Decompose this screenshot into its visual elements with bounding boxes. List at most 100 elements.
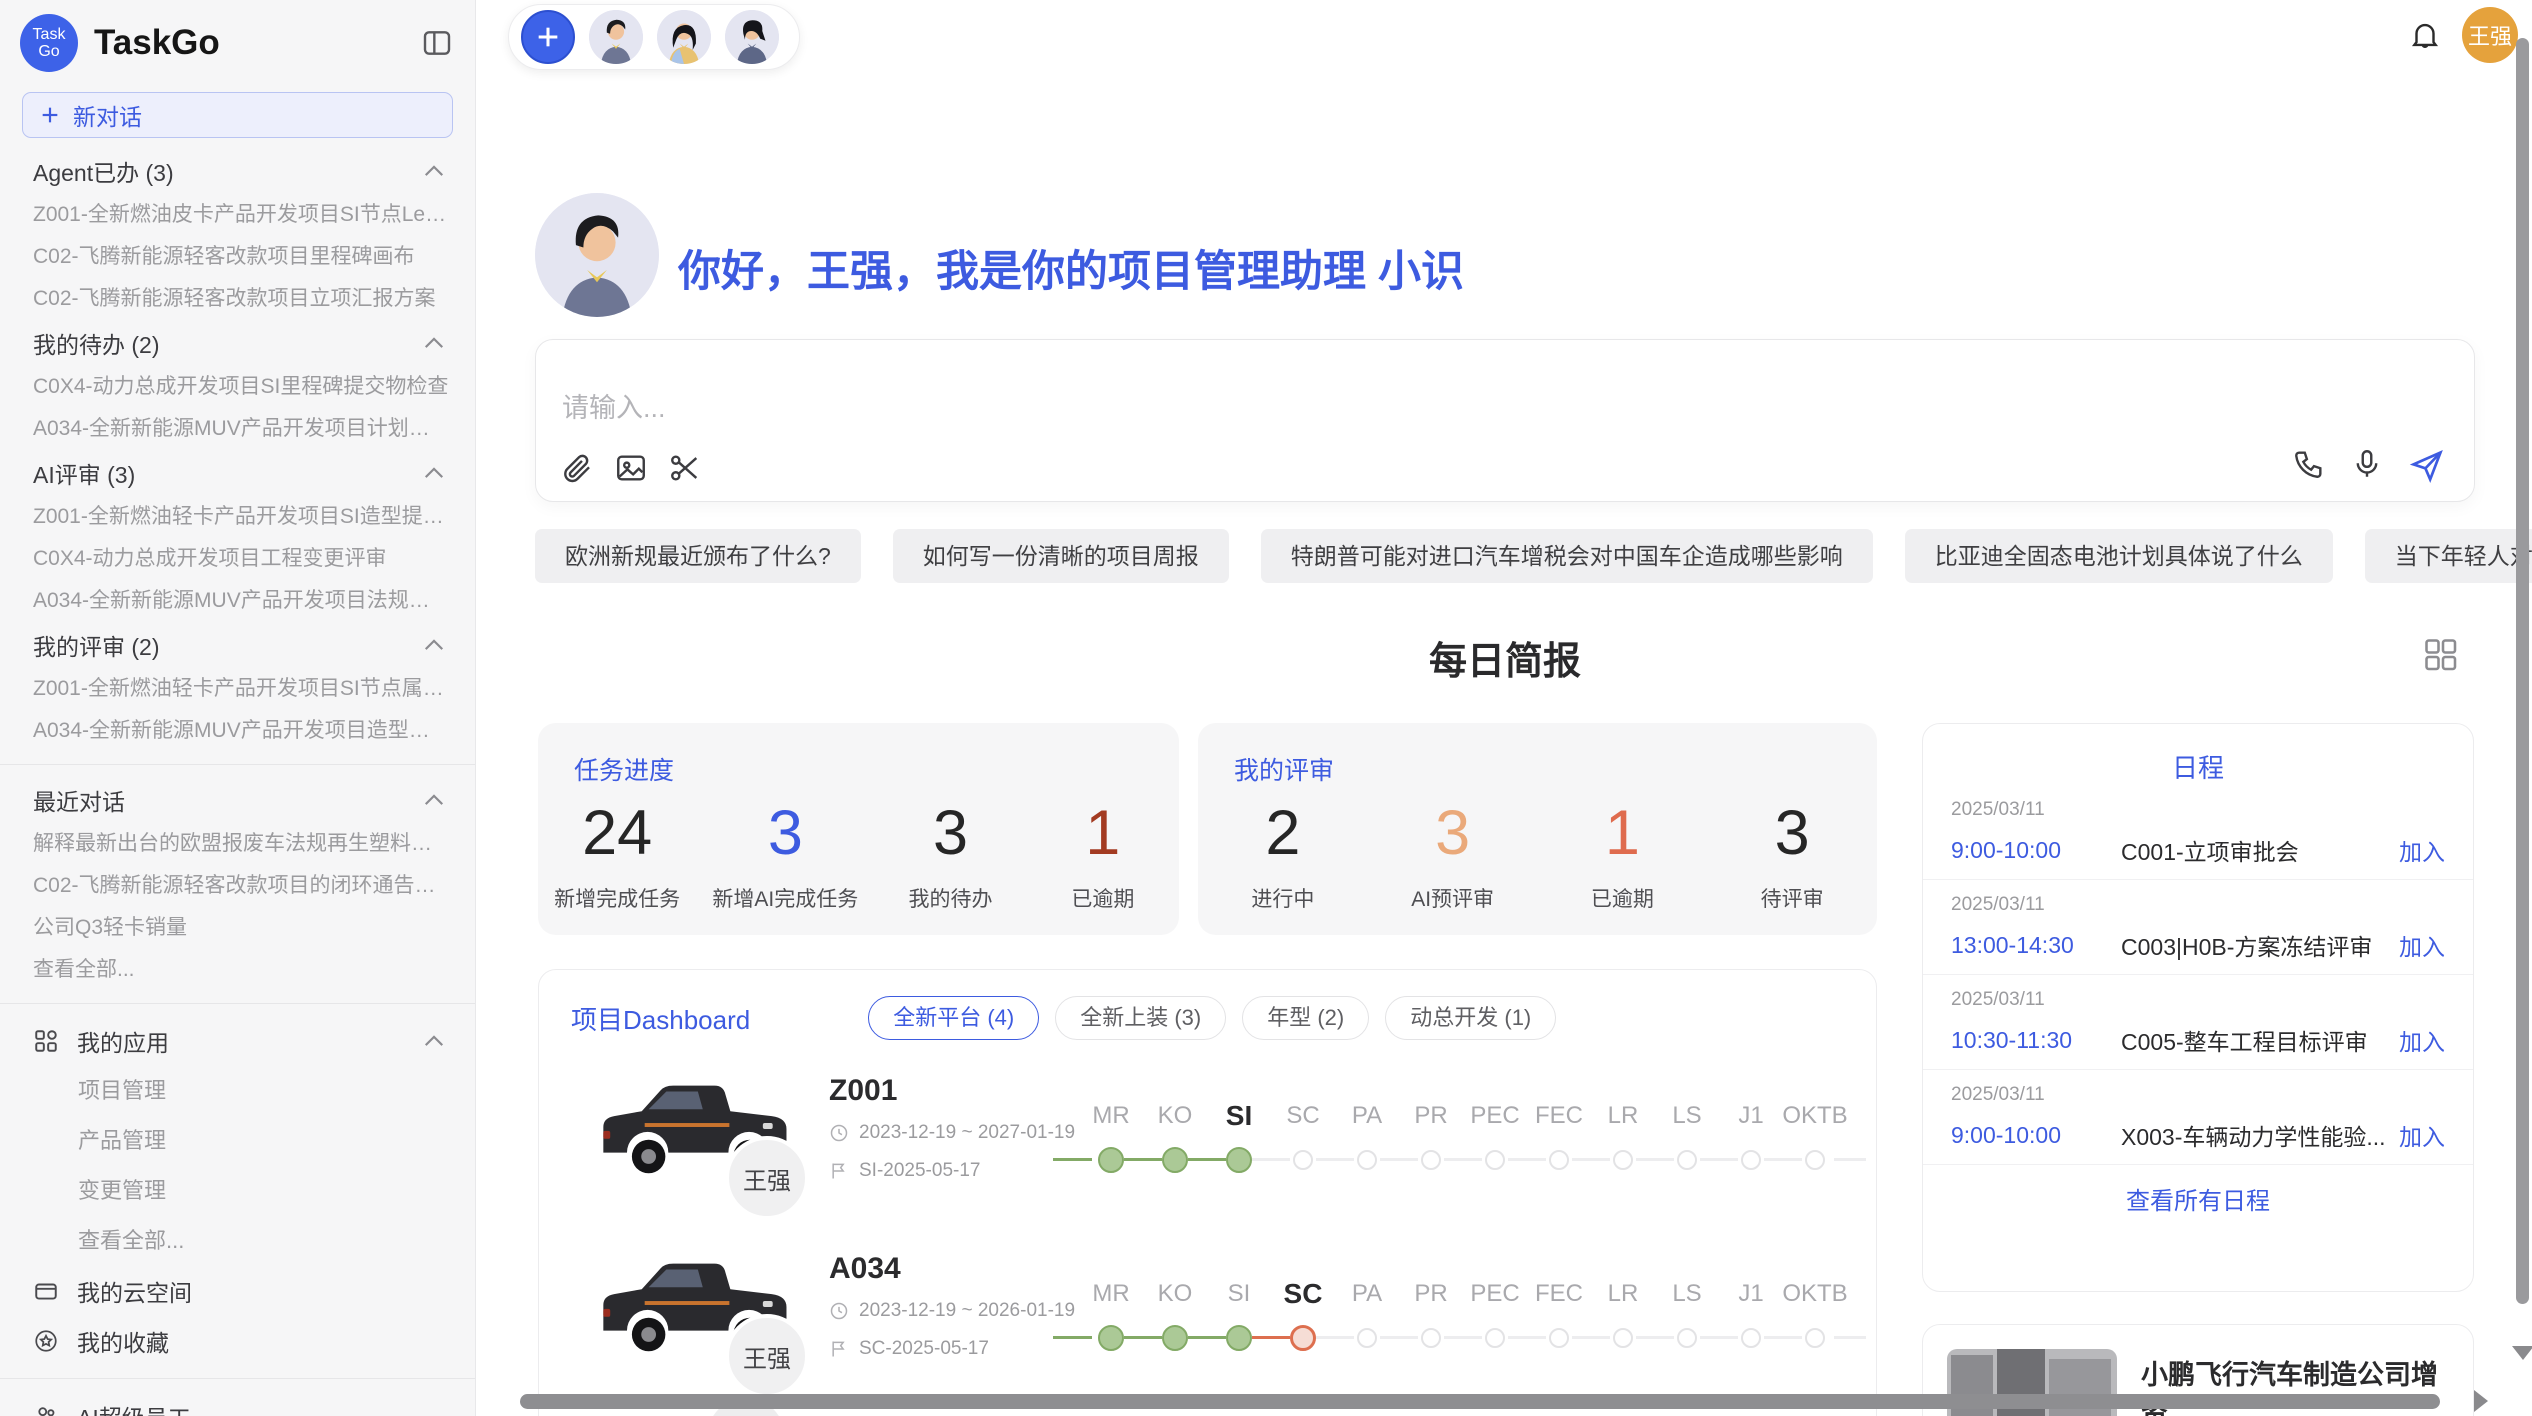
schedule-row: 9:00-10:00X003-车辆动力学性能验...加入 [1951, 1118, 2445, 1152]
milestone-dot-wrap [1098, 1316, 1124, 1360]
scissors-icon[interactable] [668, 451, 702, 485]
schedule-row: 9:00-10:00C001-立项审批会加入 [1951, 833, 2445, 867]
greeting-text: 你好，王强，我是你的项目管理助理 小识 [678, 237, 1464, 299]
sidebar-item[interactable]: A034-全新新能源MUV产品开发项目法规符合性评审 [0, 580, 475, 622]
milestone-label: PA [1352, 1272, 1382, 1316]
schedule-time: 9:00-10:00 [1951, 837, 2121, 864]
recent-chat-item[interactable]: C02-飞腾新能源轻客改款项目的闭环通告反馈情况 [0, 865, 475, 907]
chevron-up-icon [423, 164, 445, 178]
milestone-dot-wrap [1805, 1138, 1825, 1182]
favorites-badge-icon [33, 1328, 59, 1354]
project-code: A034 [829, 1252, 901, 1286]
schedule-time: 9:00-10:00 [1951, 1122, 2121, 1149]
agent-avatar-3[interactable] [725, 10, 779, 64]
sidebar-tool-1[interactable]: AI超级员工 [0, 1391, 475, 1416]
horizontal-scrollbar[interactable] [520, 1394, 2440, 1409]
notifications-bell-icon[interactable] [2408, 18, 2442, 52]
divider [0, 1003, 475, 1004]
milestone-dot [1226, 1325, 1252, 1351]
chat-input[interactable] [560, 392, 1964, 425]
my-favorites-item[interactable]: 我的收藏 [0, 1316, 475, 1366]
dashboard-tab[interactable]: 动总开发 (1) [1385, 996, 1556, 1040]
milestone-track: MRKOSISCPAPRPECFECLRLSJ1OKTB [1079, 1272, 1847, 1360]
insert-image-icon[interactable] [614, 451, 648, 485]
schedule-row: 13:00-14:30C003|H0B-方案冻结评审加入 [1951, 928, 2445, 962]
scroll-down-arrow[interactable] [2512, 1346, 2532, 1360]
view-all-schedules-link[interactable]: 查看所有日程 [1923, 1181, 2473, 1216]
milestone-dot [1357, 1328, 1377, 1348]
milestone-stop: PA [1335, 1094, 1399, 1182]
recent-chat-item[interactable]: 公司Q3轻卡销量 [0, 907, 475, 949]
suggestion-chip[interactable]: 特朗普可能对进口汽车增税会对中国车企造成哪些影响 [1261, 529, 1873, 583]
send-icon[interactable] [2408, 447, 2446, 485]
stat-value: 3 [1732, 797, 1852, 869]
microphone-icon[interactable] [2350, 447, 2384, 481]
view-all-chats-link[interactable]: 查看全部... [0, 949, 475, 991]
app-subitem[interactable]: 变更管理 [0, 1166, 475, 1216]
sidebar-section-header[interactable]: 我的评审 (2) [0, 622, 475, 668]
layout-grid-icon[interactable] [2422, 636, 2458, 672]
sidebar-section-header[interactable]: AI评审 (3) [0, 450, 475, 496]
join-button[interactable]: 加入 [2399, 833, 2445, 867]
vertical-scrollbar[interactable] [2516, 38, 2529, 1304]
agent-avatar-1[interactable] [589, 10, 643, 64]
milestone-label: OKTB [1782, 1272, 1847, 1316]
project-row: 王强Z0012023-12-19 ~ 2027-01-19SI-2025-05-… [539, 1058, 1876, 1218]
dashboard-tab[interactable]: 年型 (2) [1242, 996, 1369, 1040]
project-dashboard-card: 项目Dashboard 全新平台 (4)全新上装 (3)年型 (2)动总开发 (… [538, 969, 1877, 1416]
recent-chats-label: 最近对话 [33, 783, 423, 817]
sidebar-item[interactable]: A034-全新新能源MUV产品开发项目计划变更表编写 [0, 408, 475, 450]
suggestion-chip[interactable]: 当下年轻人对汽车外观有怎样的喜好趋势 [2365, 529, 2532, 583]
sidebar-item[interactable]: A034-全新新能源MUV产品开发项目造型可行性评审 [0, 710, 475, 752]
milestone-dot-wrap [1098, 1138, 1124, 1182]
milestone-dot [1613, 1328, 1633, 1348]
sidebar-section-header[interactable]: Agent已办 (3) [0, 148, 475, 194]
sidebar-item[interactable]: Z001-全新燃油皮卡产品开发项目SI节点Lesson Learn报告 [0, 194, 475, 236]
dashboard-tab[interactable]: 全新上装 (3) [1055, 996, 1226, 1040]
join-button[interactable]: 加入 [2399, 928, 2445, 962]
milestone-dot-wrap [1357, 1138, 1377, 1182]
sidebar-item[interactable]: C02-飞腾新能源轻客改款项目里程碑画布 [0, 236, 475, 278]
sidebar-item[interactable]: C0X4-动力总成开发项目SI里程碑提交物检查 [0, 366, 475, 408]
attachment-paperclip-icon[interactable] [560, 451, 594, 485]
recent-chats-header[interactable]: 最近对话 [0, 777, 475, 823]
stat-value: 3 [712, 797, 858, 869]
milestone-dot [1226, 1147, 1252, 1173]
sidebar-item[interactable]: Z001-全新燃油轻卡产品开发项目SI节点属性5D文件评审 [0, 668, 475, 710]
suggestion-chip[interactable]: 如何写一份清晰的项目周报 [893, 529, 1229, 583]
dashboard-tab[interactable]: 全新平台 (4) [868, 996, 1039, 1040]
recent-chat-item[interactable]: 解释最新出台的欧盟报废车法规再生塑料比例被调至15%... [0, 823, 475, 865]
join-button[interactable]: 加入 [2399, 1023, 2445, 1057]
owner-avatar: 王强 [725, 1314, 809, 1398]
new-session-button[interactable] [521, 10, 575, 64]
app-subitem[interactable]: 项目管理 [0, 1066, 475, 1116]
voice-call-icon[interactable] [2292, 447, 2326, 481]
milestone-dot [1677, 1328, 1697, 1348]
sidebar-item[interactable]: C02-飞腾新能源轻客改款项目立项汇报方案 [0, 278, 475, 320]
sidebar-section-header[interactable]: 我的待办 (2) [0, 320, 475, 366]
milestone-label: SI [1228, 1272, 1251, 1316]
agent-avatar-2[interactable] [657, 10, 711, 64]
app-subitem[interactable]: 产品管理 [0, 1116, 475, 1166]
join-button[interactable]: 加入 [2399, 1118, 2445, 1152]
app-subitem[interactable]: 查看全部... [0, 1216, 475, 1266]
milestone-stop: SC [1271, 1094, 1335, 1182]
new-chat-button[interactable]: 新对话 [22, 92, 453, 138]
my-reviews-card: 我的评审 2进行中3AI预评审1已逾期3待评审 [1198, 723, 1877, 935]
suggestion-chip[interactable]: 比亚迪全固态电池计划具体说了什么 [1905, 529, 2333, 583]
stat-label: 已逾期 [1043, 883, 1163, 913]
schedule-date: 2025/03/11 [1951, 989, 2445, 1011]
logo-text-2: Go [38, 43, 59, 60]
stats-row: 2进行中3AI预评审1已逾期3待评审 [1198, 797, 1877, 913]
my-cloud-item[interactable]: 我的云空间 [0, 1266, 475, 1316]
user-avatar[interactable]: 王强 [2462, 7, 2518, 63]
schedule-item: 2025/03/1113:00-14:30C003|H0B-方案冻结评审加入 [1923, 880, 2473, 975]
sidebar-item[interactable]: Z001-全新燃油轻卡产品开发项目SI造型提交物评审 [0, 496, 475, 538]
sidebar-item[interactable]: C0X4-动力总成开发项目工程变更评审 [0, 538, 475, 580]
my-apps-header[interactable]: 我的应用 [0, 1016, 475, 1066]
scroll-right-arrow[interactable] [2474, 1390, 2488, 1412]
collapse-sidebar-icon[interactable] [421, 27, 453, 59]
suggestion-chip[interactable]: 欧洲新规最近颁布了什么? [535, 529, 861, 583]
milestone-dot [1741, 1328, 1761, 1348]
stat-value: 24 [554, 797, 680, 869]
